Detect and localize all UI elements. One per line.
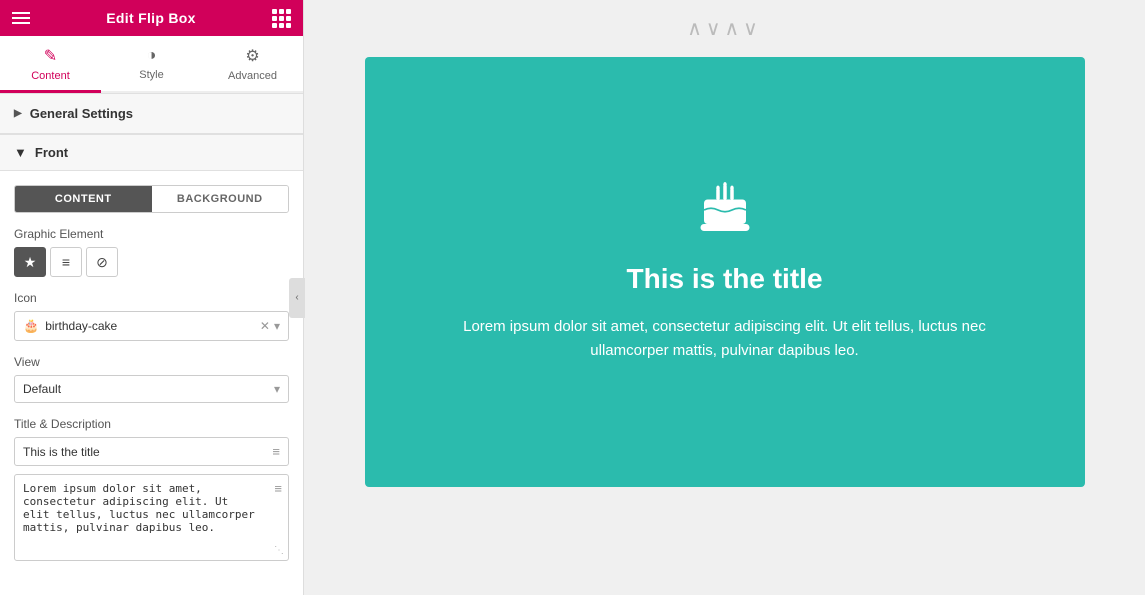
style-tab-icon: ◑ [147, 47, 157, 65]
icon-row: Icon 🎂 birthday-cake ✕ ▾ [14, 291, 289, 341]
grid-menu-icon[interactable] [272, 9, 291, 28]
preview-description: Lorem ipsum dolor sit amet, consectetur … [425, 315, 1025, 363]
tab-style[interactable]: ◑ Style [101, 36, 202, 93]
panel-header-title: Edit Flip Box [106, 10, 195, 26]
graphic-text-btn[interactable]: ≡ [50, 247, 82, 277]
view-label: View [14, 355, 289, 369]
graphic-element-buttons: ★ ≡ ⊘ [14, 247, 289, 277]
general-settings-label: General Settings [30, 106, 133, 121]
icon-value: birthday-cake [45, 319, 256, 333]
graphic-element-label: Graphic Element [14, 227, 289, 241]
general-settings-arrow: ▶ [14, 108, 22, 119]
tab-content[interactable]: ✎ Content [0, 36, 101, 93]
panel-body: ▶ General Settings ▼ Front CONTENT BACKG… [0, 93, 303, 595]
advanced-tab-icon: ⚙ [245, 46, 259, 66]
panel-tabs: ✎ Content ◑ Style ⚙ Advanced [0, 36, 303, 93]
cake-icon-small: 🎂 [23, 318, 39, 334]
view-select[interactable]: Default ▾ [14, 375, 289, 403]
view-row: View Default ▾ [14, 355, 289, 403]
general-settings-header[interactable]: ▶ General Settings [0, 93, 303, 134]
top-decoration: ∧∨∧∨ [687, 16, 762, 41]
front-section-header[interactable]: ▼ Front [0, 134, 303, 171]
view-chevron[interactable]: ▾ [274, 382, 280, 396]
front-arrow: ▼ [14, 145, 27, 160]
content-tab-icon: ✎ [44, 46, 57, 66]
toggle-content-btn[interactable]: CONTENT [15, 186, 152, 212]
toggle-background-btn[interactable]: BACKGROUND [152, 186, 289, 212]
left-panel: Edit Flip Box ✎ Content ◑ Style ⚙ Advanc… [0, 0, 304, 595]
title-description-label: Title & Description [14, 417, 289, 431]
panel-header: Edit Flip Box [0, 0, 303, 36]
title-input[interactable] [23, 445, 272, 459]
panel-collapse-toggle[interactable]: ‹ [289, 278, 305, 318]
description-textarea[interactable]: Lorem ipsum dolor sit amet, consectetur … [15, 475, 288, 555]
preview-title: This is the title [626, 263, 822, 295]
graphic-none-btn[interactable]: ⊘ [86, 247, 118, 277]
hamburger-menu-icon[interactable] [12, 12, 30, 24]
icon-label: Icon [14, 291, 289, 305]
tab-advanced-label: Advanced [228, 70, 277, 82]
tab-style-label: Style [139, 69, 163, 81]
title-edit-icon[interactable]: ≡ [272, 444, 280, 459]
right-preview-area: ∧∨∧∨ This is the title Lorem ip [304, 0, 1145, 595]
icon-clear-btn[interactable]: ✕ [260, 319, 270, 333]
flip-box-preview: This is the title Lorem ipsum dolor sit … [365, 57, 1085, 487]
icon-select[interactable]: 🎂 birthday-cake ✕ ▾ [14, 311, 289, 341]
desc-textarea-wrap: Lorem ipsum dolor sit amet, consectetur … [14, 474, 289, 561]
desc-edit-icon[interactable]: ≡ [274, 481, 282, 496]
content-background-toggle: CONTENT BACKGROUND [14, 185, 289, 213]
tab-content-label: Content [31, 70, 70, 82]
icon-chevron[interactable]: ▾ [274, 319, 280, 333]
title-input-wrap[interactable]: ≡ [14, 437, 289, 466]
graphic-star-btn[interactable]: ★ [14, 247, 46, 277]
front-label: Front [35, 145, 68, 160]
title-description-row: Title & Description ≡ Lorem ipsum dolor … [14, 417, 289, 561]
view-value: Default [23, 382, 274, 396]
preview-cake-icon [697, 182, 753, 243]
graphic-element-row: Graphic Element ★ ≡ ⊘ [14, 227, 289, 277]
tab-advanced[interactable]: ⚙ Advanced [202, 36, 303, 93]
front-section-content: CONTENT BACKGROUND Graphic Element ★ ≡ ⊘… [0, 171, 303, 589]
resize-handle[interactable]: ⋱ [274, 545, 284, 556]
